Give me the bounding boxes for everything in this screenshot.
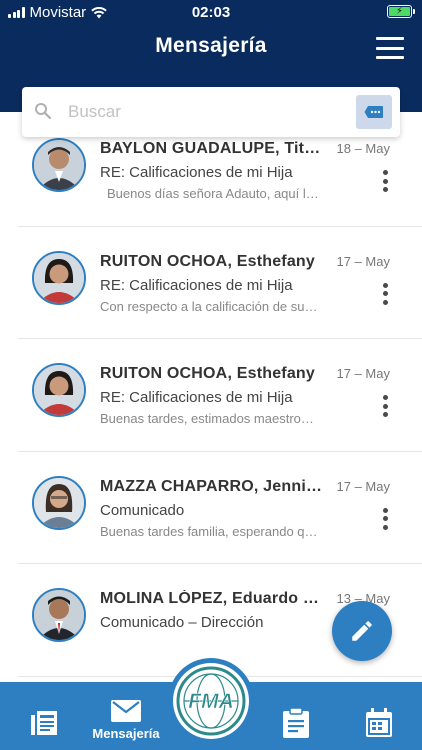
message-subject: Comunicado – Dirección — [100, 614, 264, 631]
school-logo-button[interactable]: FMA — [168, 658, 254, 744]
search-bar — [22, 87, 400, 137]
nav-messages[interactable]: Mensajería — [86, 682, 166, 750]
message-subject: Comunicado — [100, 501, 185, 519]
menu-button[interactable] — [376, 37, 404, 59]
message-subject: RE: Calificaciones de mi Hija — [100, 164, 293, 181]
avatar — [32, 475, 86, 530]
tag-filter-button[interactable] — [356, 95, 392, 129]
label-tag-icon — [364, 106, 383, 118]
message-subject: RE: Calificaciones de mi Hija — [100, 276, 293, 294]
status-time: 02:03 — [191, 4, 231, 21]
message-item[interactable]: MAZZA CHAPARRO, Jennifer 17 – May Comuni… — [18, 452, 422, 564]
search-icon — [35, 103, 52, 120]
status-bar: Movistar 02:03 ⚡ — [0, 0, 422, 24]
message-sender: RUITON OCHOA, Esthefany — [100, 365, 315, 382]
message-preview: Buenas tardes, estimados maestros y padr… — [100, 411, 318, 426]
nav-calendar[interactable] — [364, 682, 394, 750]
logo-text: FMA — [188, 690, 234, 713]
calendar-icon — [366, 708, 392, 737]
nav-news[interactable] — [26, 682, 62, 750]
message-preview: Buenos días señora Adauto, aquí le envío — [107, 186, 325, 201]
message-date: 17 – May — [336, 253, 390, 269]
pencil-icon — [352, 621, 372, 641]
newspaper-icon — [31, 711, 57, 735]
more-options-icon[interactable] — [380, 170, 390, 192]
message-sender: BAYLON GUADALUPE, Tito Ronald — [100, 140, 322, 157]
message-date: 18 – May — [336, 141, 390, 156]
nav-tasks[interactable] — [280, 682, 312, 750]
avatar — [32, 250, 86, 305]
clipboard-icon — [283, 707, 309, 738]
message-sender: MOLINA LÓPEZ, Eduardo Martín — [100, 590, 322, 607]
compose-button[interactable] — [332, 601, 392, 661]
more-options-icon[interactable] — [380, 507, 390, 530]
message-preview: Con respecto a la calificación de su hij… — [100, 298, 318, 314]
avatar — [32, 138, 86, 192]
message-preview: Buenas tardes familia, esperando que se … — [100, 523, 318, 539]
page-title: Mensajería — [155, 34, 267, 57]
message-sender: RUITON OCHOA, Esthefany — [100, 252, 315, 270]
school-logo: FMA — [173, 663, 249, 739]
fma-logo-icon: FMA — [176, 666, 246, 736]
more-options-icon[interactable] — [380, 282, 390, 305]
message-item[interactable]: RUITON OCHOA, Esthefany 17 – May RE: Cal… — [18, 227, 422, 339]
message-subject: RE: Calificaciones de mi Hija — [100, 389, 293, 406]
avatar — [32, 363, 86, 417]
more-options-icon[interactable] — [380, 395, 390, 417]
battery-icon: ⚡ — [387, 5, 415, 18]
message-sender: MAZZA CHAPARRO, Jennifer — [100, 477, 322, 495]
avatar — [32, 588, 86, 642]
envelope-icon — [111, 700, 141, 722]
message-list: BAYLON GUADALUPE, Tito Ronald 18 – May R… — [18, 114, 422, 677]
message-item[interactable]: RUITON OCHOA, Esthefany 17 – May RE: Cal… — [18, 339, 422, 452]
message-date: 17 – May — [336, 478, 390, 494]
nav-messages-label: Mensajería — [92, 726, 160, 741]
message-date: 17 – May — [336, 366, 390, 381]
search-input[interactable] — [68, 97, 348, 127]
